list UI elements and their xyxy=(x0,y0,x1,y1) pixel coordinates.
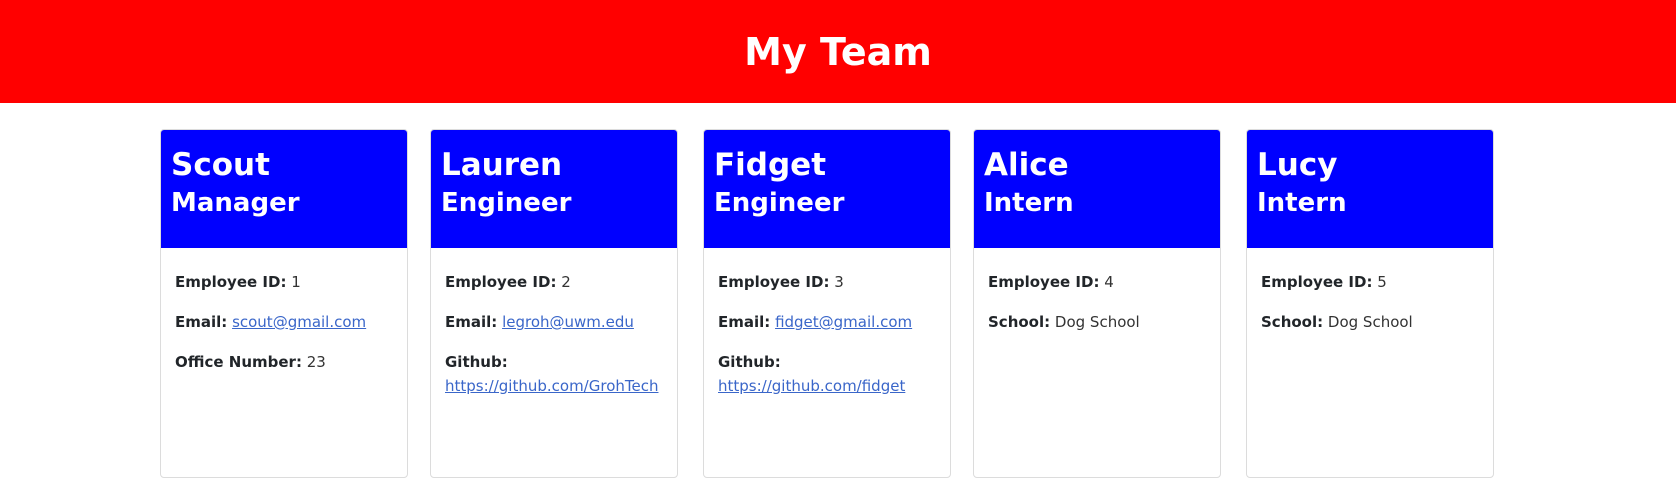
email-row: Email: legroh@uwm.edu xyxy=(445,310,663,334)
card-header: Scout Manager xyxy=(161,130,407,248)
employee-id-label: Employee ID: xyxy=(1261,273,1373,291)
github-link[interactable]: https://github.com/fidget xyxy=(718,377,905,395)
employee-id-row: Employee ID: 4 xyxy=(988,270,1206,294)
card-body: Employee ID: 3 Email: fidget@gmail.com G… xyxy=(704,248,950,398)
employee-name: Lucy xyxy=(1257,147,1338,183)
employee-card-scout: Scout Manager Employee ID: 1 Email: scou… xyxy=(160,129,408,478)
card-body: Employee ID: 2 Email: legroh@uwm.edu Git… xyxy=(431,248,677,398)
school-label: School: xyxy=(988,313,1051,331)
email-link[interactable]: scout@gmail.com xyxy=(232,313,366,331)
employee-id-value: 2 xyxy=(561,273,571,291)
card-header: Lauren Engineer xyxy=(431,130,677,248)
employee-name: Scout xyxy=(171,147,270,183)
employee-role: Intern xyxy=(1257,187,1347,218)
school-label: School: xyxy=(1261,313,1324,331)
employee-id-value: 4 xyxy=(1104,273,1114,291)
email-label: Email: xyxy=(445,313,498,331)
email-label: Email: xyxy=(175,313,228,331)
employee-role: Intern xyxy=(984,187,1074,218)
employee-role: Engineer xyxy=(714,187,845,218)
employee-id-label: Employee ID: xyxy=(175,273,287,291)
email-link[interactable]: legroh@uwm.edu xyxy=(502,313,634,331)
github-label: Github: xyxy=(718,353,781,371)
card-body: Employee ID: 1 Email: scout@gmail.com Of… xyxy=(161,248,407,374)
github-row: Github: https://github.com/GrohTech xyxy=(445,350,663,398)
github-link[interactable]: https://github.com/GrohTech xyxy=(445,377,658,395)
github-label: Github: xyxy=(445,353,508,371)
employee-id-row: Employee ID: 1 xyxy=(175,270,393,294)
email-link[interactable]: fidget@gmail.com xyxy=(775,313,912,331)
email-row: Email: scout@gmail.com xyxy=(175,310,393,334)
employee-id-label: Employee ID: xyxy=(445,273,557,291)
employee-role: Engineer xyxy=(441,187,572,218)
employee-id-row: Employee ID: 5 xyxy=(1261,270,1479,294)
office-number-value: 23 xyxy=(306,353,326,371)
school-value: Dog School xyxy=(1054,313,1140,331)
employee-id-value: 5 xyxy=(1377,273,1387,291)
employee-id-label: Employee ID: xyxy=(988,273,1100,291)
employee-name: Alice xyxy=(984,147,1069,183)
employee-card-lauren: Lauren Engineer Employee ID: 2 Email: le… xyxy=(430,129,678,478)
employee-role: Manager xyxy=(171,187,300,218)
office-number-label: Office Number: xyxy=(175,353,302,371)
employee-id-row: Employee ID: 2 xyxy=(445,270,663,294)
card-header: Fidget Engineer xyxy=(704,130,950,248)
card-header: Alice Intern xyxy=(974,130,1220,248)
employee-id-value: 1 xyxy=(291,273,301,291)
page-banner: My Team xyxy=(0,0,1676,103)
employee-id-value: 3 xyxy=(834,273,844,291)
email-row: Email: fidget@gmail.com xyxy=(718,310,936,334)
office-number-row: Office Number: 23 xyxy=(175,350,393,374)
employee-card-alice: Alice Intern Employee ID: 4 School: Dog … xyxy=(973,129,1221,478)
school-row: School: Dog School xyxy=(1261,310,1479,334)
page-title: My Team xyxy=(744,29,932,74)
school-value: Dog School xyxy=(1327,313,1413,331)
employee-name: Fidget xyxy=(714,147,827,183)
employee-card-fidget: Fidget Engineer Employee ID: 3 Email: fi… xyxy=(703,129,951,478)
employee-name: Lauren xyxy=(441,147,563,183)
card-body: Employee ID: 5 School: Dog School xyxy=(1247,248,1493,334)
card-body: Employee ID: 4 School: Dog School xyxy=(974,248,1220,334)
github-row: Github: https://github.com/fidget xyxy=(718,350,936,398)
employee-id-label: Employee ID: xyxy=(718,273,830,291)
school-row: School: Dog School xyxy=(988,310,1206,334)
employee-id-row: Employee ID: 3 xyxy=(718,270,936,294)
employee-card-lucy: Lucy Intern Employee ID: 5 School: Dog S… xyxy=(1246,129,1494,478)
email-label: Email: xyxy=(718,313,771,331)
card-header: Lucy Intern xyxy=(1247,130,1493,248)
